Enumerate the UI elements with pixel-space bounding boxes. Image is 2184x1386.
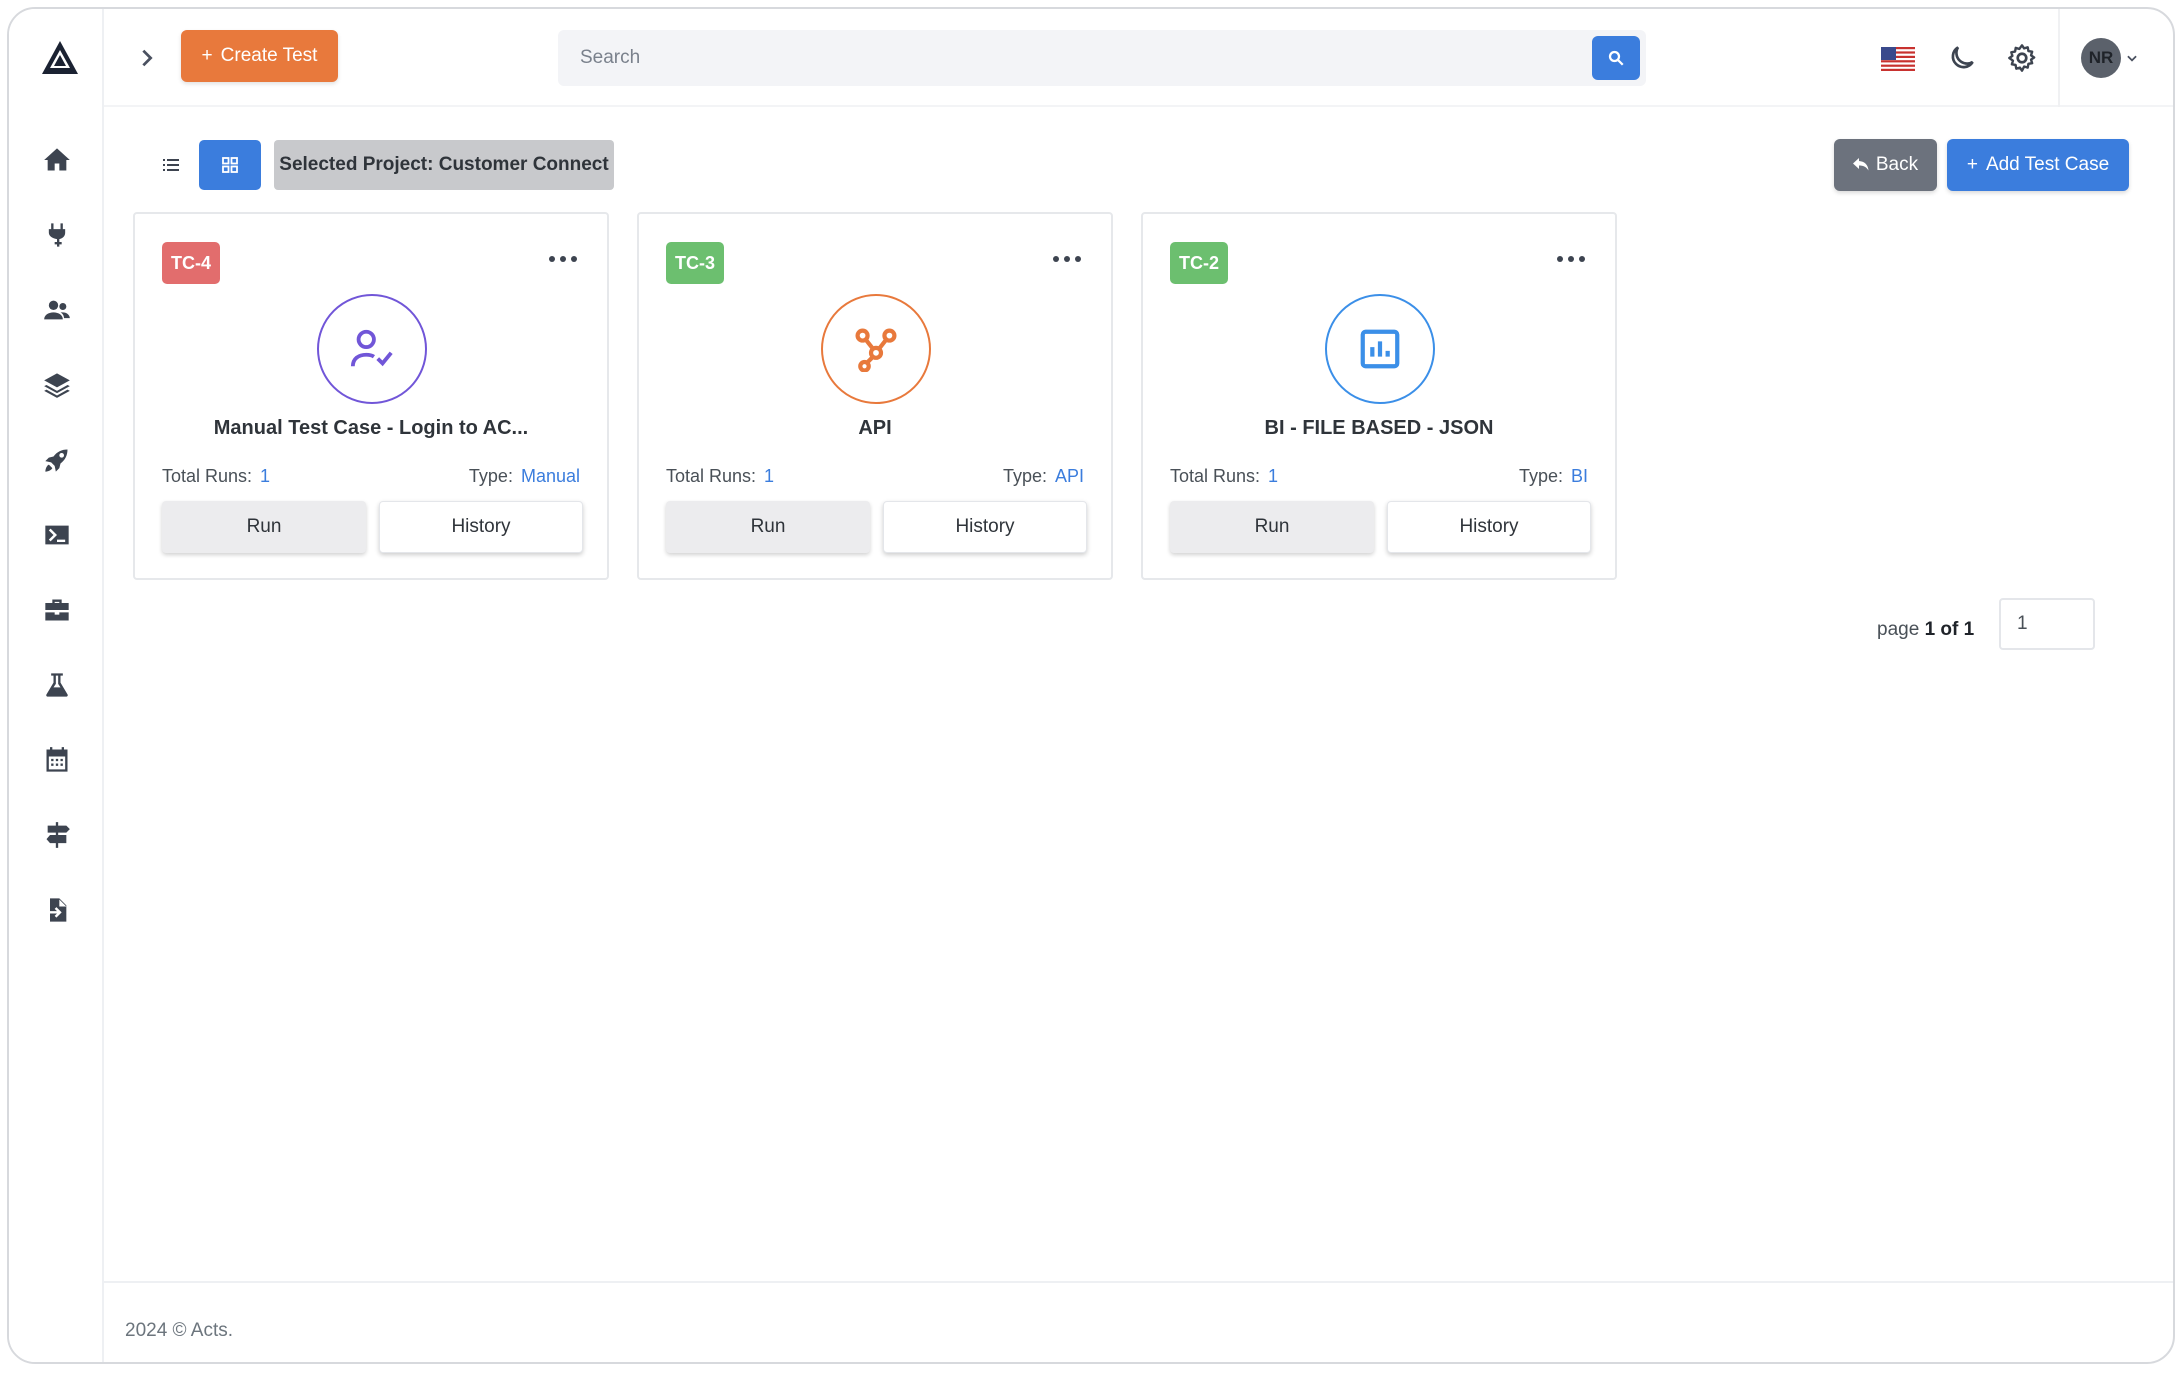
type-value: Manual bbox=[520, 466, 580, 486]
search-button[interactable] bbox=[1592, 36, 1640, 80]
history-button[interactable]: History bbox=[1387, 501, 1591, 553]
sidebar-item-users[interactable] bbox=[37, 290, 77, 330]
avatar[interactable]: NR bbox=[2081, 38, 2121, 78]
sidebar bbox=[9, 9, 104, 1362]
type-label: Type: bbox=[1002, 466, 1047, 486]
more-options-icon[interactable] bbox=[1557, 254, 1585, 264]
search-bar bbox=[558, 30, 1646, 86]
create-test-button[interactable]: + Create Test bbox=[181, 30, 338, 82]
card-title: Manual Test Case - Login to AC... bbox=[213, 417, 529, 439]
flask-icon bbox=[46, 673, 68, 697]
run-button[interactable]: Run bbox=[666, 501, 870, 553]
topbar-divider bbox=[2058, 9, 2060, 107]
briefcase-icon bbox=[45, 599, 69, 621]
back-label: Back bbox=[1875, 154, 1919, 175]
more-options-icon[interactable] bbox=[1053, 254, 1081, 264]
home-icon bbox=[44, 148, 70, 171]
create-test-label: Create Test bbox=[220, 45, 318, 66]
history-button[interactable]: History bbox=[883, 501, 1087, 553]
sidebar-item-home[interactable] bbox=[37, 140, 77, 180]
terminal-icon bbox=[45, 525, 69, 545]
total-runs-value: 1 bbox=[1268, 466, 1279, 486]
chevron-right-icon bbox=[142, 49, 153, 67]
card-meta: Total Runs: 1 Type: BI bbox=[1170, 466, 1588, 487]
sidebar-item-layers[interactable] bbox=[37, 365, 77, 405]
total-runs-value: 1 bbox=[260, 466, 271, 486]
type-value: BI bbox=[1570, 466, 1588, 486]
pagination-info: page 1 of 1 bbox=[1877, 619, 1974, 641]
grid-icon bbox=[222, 157, 238, 173]
sidebar-item-integrations[interactable] bbox=[37, 215, 77, 255]
file-import-icon bbox=[50, 898, 67, 922]
sidebar-item-deploy[interactable] bbox=[37, 440, 77, 480]
card-icon-circle bbox=[1325, 294, 1435, 404]
grid-view-button[interactable] bbox=[199, 140, 261, 190]
gear-icon[interactable] bbox=[2006, 42, 2038, 74]
test-case-card: TC-2 BI - FILE BASED - JSON Total Runs: 1… bbox=[1141, 212, 1617, 580]
sidebar-item-jobs[interactable] bbox=[37, 590, 77, 630]
sidebar-item-routes[interactable] bbox=[37, 815, 77, 855]
history-button[interactable]: History bbox=[379, 501, 583, 553]
app-window: + Create Test NR Selected bbox=[7, 7, 2175, 1364]
test-case-id-badge: TC-3 bbox=[666, 242, 724, 284]
rocket-icon bbox=[45, 449, 68, 472]
search-icon bbox=[1608, 50, 1624, 66]
test-case-id-badge: TC-2 bbox=[1170, 242, 1228, 284]
card-title: BI - FILE BASED - JSON bbox=[1264, 417, 1494, 439]
selected-project-badge: Selected Project: Customer Connect bbox=[274, 140, 614, 190]
page-prefix: page bbox=[1877, 619, 1920, 640]
test-case-card: TC-4 Manual Test Case - Login to AC... T… bbox=[133, 212, 609, 580]
add-test-case-button[interactable]: + Add Test Case bbox=[1947, 139, 2129, 191]
bar-chart-icon bbox=[1360, 329, 1400, 369]
plus-icon: + bbox=[1966, 154, 1978, 175]
test-case-id-badge: TC-4 bbox=[162, 242, 220, 284]
list-icon bbox=[163, 159, 179, 171]
sidebar-item-import[interactable] bbox=[37, 890, 77, 930]
add-test-case-label: Add Test Case bbox=[1985, 154, 2110, 175]
sidebar-item-schedule[interactable] bbox=[37, 740, 77, 780]
type-label: Type: bbox=[1518, 466, 1563, 486]
plus-icon: + bbox=[201, 45, 213, 66]
list-view-button[interactable] bbox=[151, 145, 191, 185]
total-runs-value: 1 bbox=[764, 466, 775, 486]
calendar-icon bbox=[46, 747, 68, 772]
chevron-down-icon[interactable] bbox=[2125, 51, 2139, 65]
search-input[interactable] bbox=[558, 30, 1578, 86]
topbar: + Create Test NR bbox=[104, 9, 2173, 107]
total-runs-label: Total Runs: bbox=[162, 466, 253, 486]
user-check-icon bbox=[350, 329, 393, 367]
run-button[interactable]: Run bbox=[162, 501, 366, 553]
plug-icon bbox=[48, 223, 66, 247]
share-nodes-icon bbox=[855, 328, 897, 372]
card-icon-circle bbox=[821, 294, 931, 404]
layers-icon bbox=[44, 373, 70, 398]
run-button[interactable]: Run bbox=[1170, 501, 1374, 553]
sidebar-toggle-button[interactable] bbox=[132, 43, 162, 73]
users-icon bbox=[44, 300, 70, 320]
sidebar-item-tests[interactable] bbox=[37, 665, 77, 705]
sidebar-item-console[interactable] bbox=[37, 515, 77, 555]
dark-mode-icon[interactable] bbox=[1946, 42, 1978, 74]
footer-copyright: 2024 © Acts. bbox=[125, 1320, 234, 1341]
card-icon-circle bbox=[317, 294, 427, 404]
footer: 2024 © Acts. bbox=[104, 1281, 2173, 1362]
more-options-icon[interactable] bbox=[549, 254, 577, 264]
back-button[interactable]: Back bbox=[1834, 139, 1937, 191]
type-label: Type: bbox=[468, 466, 513, 486]
card-meta: Total Runs: 1 Type: API bbox=[666, 466, 1084, 487]
card-title: API bbox=[858, 417, 892, 439]
acts-logo[interactable] bbox=[40, 38, 80, 78]
total-runs-label: Total Runs: bbox=[1170, 466, 1261, 486]
us-flag-icon[interactable] bbox=[1881, 47, 1915, 71]
type-value: API bbox=[1054, 466, 1084, 486]
reply-icon bbox=[1852, 158, 1869, 171]
card-meta: Total Runs: 1 Type: Manual bbox=[162, 466, 580, 487]
total-runs-label: Total Runs: bbox=[666, 466, 757, 486]
page-number-input[interactable] bbox=[1999, 598, 2095, 650]
page-count: 1 of 1 bbox=[1924, 619, 1975, 640]
signpost-icon bbox=[46, 822, 70, 848]
test-case-card: TC-3 API Total Runs: 1 Type: API Run Histo… bbox=[637, 212, 1113, 580]
